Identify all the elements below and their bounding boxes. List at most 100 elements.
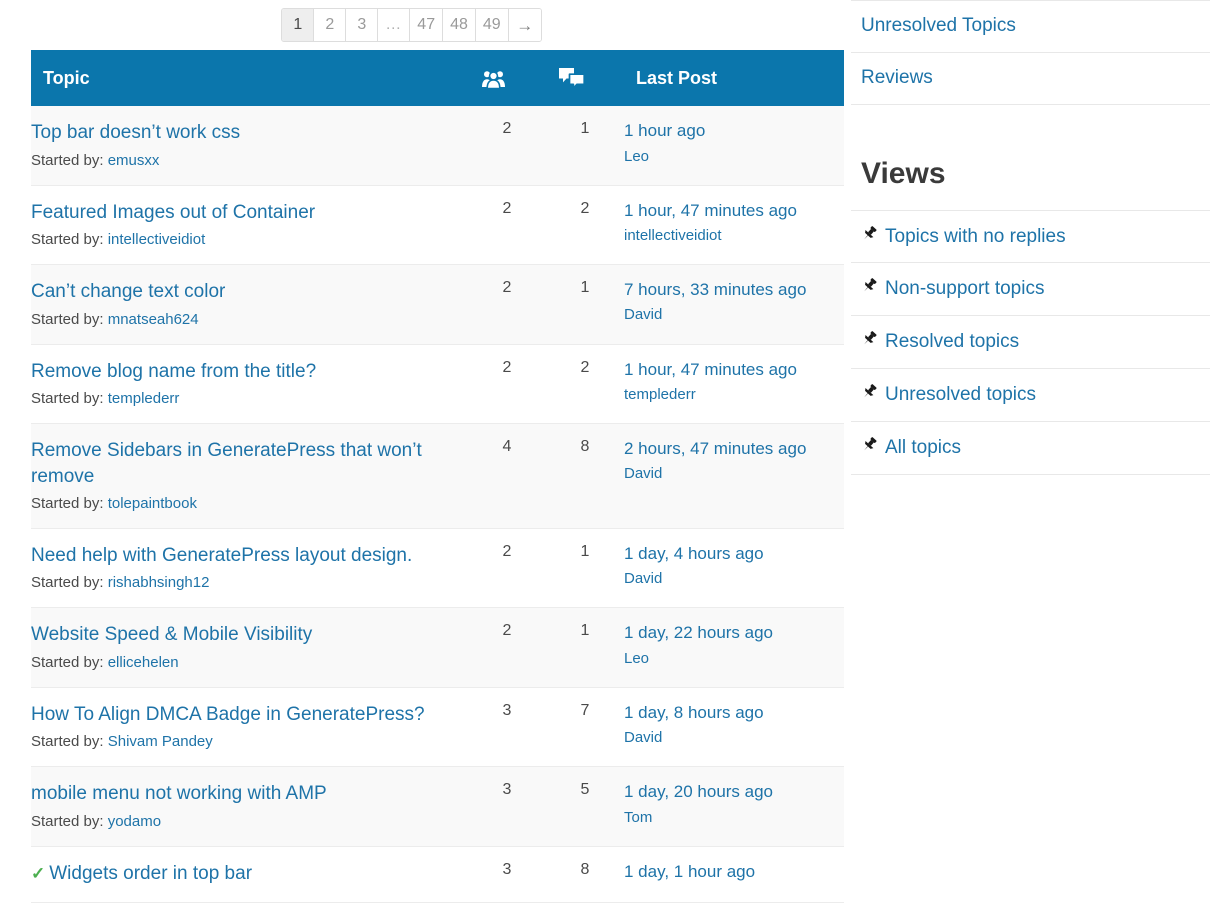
table-row: ✓ Widgets order in top bar 3 8 1 day, 1 hour… (31, 846, 844, 903)
topic-started-by: Started by: rishabhsingh12 (31, 574, 468, 591)
sidebar-view-item: All topics (851, 422, 1210, 475)
sidebar-view-link[interactable]: Unresolved topics (885, 384, 1036, 407)
pagination-next-button[interactable]: → (508, 9, 541, 41)
topics-table-body: Top bar doesn’t work css Started by: emus… (31, 106, 844, 903)
topic-title-wrap: Remove blog name from the title? (31, 359, 468, 384)
topic-author-link[interactable]: intellectiveidiot (108, 231, 206, 248)
sidebar-view-link[interactable]: All topics (885, 437, 961, 460)
topic-author-link[interactable]: Shivam Pandey (108, 733, 213, 750)
last-post-cell: 1 day, 4 hours ago David (624, 528, 844, 609)
forum-page: 1 2 3… 47 48 49 → Topic Last Post Top ba… (0, 0, 1210, 903)
pushpin-icon (861, 330, 879, 350)
sidebar-view-item: Unresolved topics (851, 369, 1210, 422)
pushpin-icon (861, 383, 879, 403)
sidebar-link[interactable]: Unresolved Topics (861, 15, 1016, 36)
replies-icon (558, 67, 586, 90)
pagination-page-1[interactable]: 1 (282, 9, 315, 41)
last-post-cell: 1 day, 8 hours ago David (624, 687, 844, 768)
last-post-time-link[interactable]: 1 day, 4 hours ago (624, 543, 844, 564)
last-post-author-link[interactable]: David (624, 729, 844, 746)
topic-author-link[interactable]: rishabhsingh12 (108, 574, 210, 591)
topic-title-link[interactable]: Remove blog name from the title? (31, 361, 316, 382)
last-post-author-link[interactable]: Tom (624, 809, 844, 826)
last-post-time-link[interactable]: 1 hour, 47 minutes ago (624, 359, 844, 380)
voices-count: 3 (468, 846, 546, 903)
topic-title-wrap: Can’t change text color (31, 279, 468, 304)
last-post-cell: 1 day, 20 hours ago Tom (624, 766, 844, 847)
started-by-label: Started by: (31, 310, 104, 328)
pagination-page-48[interactable]: 48 (443, 9, 476, 41)
last-post-author-link[interactable]: David (624, 306, 844, 323)
topic-author-link[interactable]: ellicehelen (108, 654, 179, 671)
last-post-time-link[interactable]: 1 day, 22 hours ago (624, 622, 844, 643)
topic-author-link[interactable]: emusxx (108, 152, 160, 169)
topic-title-link[interactable]: Top bar doesn’t work css (31, 122, 240, 143)
last-post-time-link[interactable]: 1 hour ago (624, 120, 844, 141)
topic-author-link[interactable]: mnatseah624 (108, 311, 199, 328)
last-post-time-link[interactable]: 1 day, 1 hour ago (624, 861, 844, 882)
pagination-bar: 1 2 3… 47 48 49 → (31, 0, 826, 50)
started-by-label: Started by: (31, 653, 104, 671)
last-post-time-link[interactable]: 1 hour, 47 minutes ago (624, 200, 844, 221)
posts-count: 1 (546, 607, 624, 688)
topics-table-header: Topic Last Post (31, 50, 844, 107)
table-row: Remove blog name from the title? Started … (31, 344, 844, 425)
pagination-page-47[interactable]: 47 (410, 9, 444, 41)
topic-title-link[interactable]: Website Speed & Mobile Visibility (31, 624, 312, 645)
column-header-topic[interactable]: Topic (31, 50, 468, 107)
topic-title-link[interactable]: Widgets order in top bar (49, 863, 252, 884)
table-row: Top bar doesn’t work css Started by: emus… (31, 106, 844, 186)
sidebar-view-link[interactable]: Non-support topics (885, 278, 1044, 301)
topic-author-link[interactable]: yodamo (108, 813, 161, 830)
last-post-time-link[interactable]: 7 hours, 33 minutes ago (624, 279, 844, 300)
topic-title-link[interactable]: Remove Sidebars in GeneratePress that wo… (31, 440, 422, 486)
pagination-page-49[interactable]: 49 (475, 9, 509, 41)
last-post-time-link[interactable]: 2 hours, 47 minutes ago (624, 438, 844, 459)
table-row: Remove Sidebars in GeneratePress that wo… (31, 423, 844, 529)
topic-title-link[interactable]: Featured Images out of Container (31, 202, 315, 223)
last-post-author-link[interactable]: Leo (624, 650, 844, 667)
topic-cell: How To Align DMCA Badge in GeneratePress… (31, 687, 468, 768)
table-row: mobile menu not working with AMP Started … (31, 766, 844, 847)
column-header-voices[interactable] (468, 50, 546, 107)
table-row: Website Speed & Mobile Visibility Started… (31, 607, 844, 688)
last-post-author-link[interactable]: intellectiveidiot (624, 227, 844, 244)
topic-cell: Website Speed & Mobile Visibility Started… (31, 607, 468, 688)
last-post-author-link[interactable]: David (624, 570, 844, 587)
sidebar-link[interactable]: Reviews (861, 67, 933, 88)
posts-count: 5 (546, 766, 624, 847)
pagination-page-2[interactable]: 2 (314, 9, 347, 41)
last-post-author-link[interactable]: David (624, 465, 844, 482)
last-post-author-link[interactable]: Leo (624, 148, 844, 165)
sidebar-views-list: Topics with no replies Non-support topics… (851, 209, 1210, 475)
topic-title-wrap: Website Speed & Mobile Visibility (31, 622, 468, 647)
sidebar-top-links: Unresolved Topics Reviews (851, 0, 1210, 105)
last-post-author-link[interactable]: templederr (624, 386, 844, 403)
topic-author-link[interactable]: tolepaintbook (108, 495, 197, 512)
topic-title-link[interactable]: mobile menu not working with AMP (31, 783, 327, 804)
sidebar: Unresolved Topics Reviews Views Topics wi… (826, 0, 1210, 475)
last-post-time-link[interactable]: 1 day, 8 hours ago (624, 702, 844, 723)
topic-started-by: Started by: yodamo (31, 813, 468, 830)
started-by-label: Started by: (31, 151, 104, 169)
pagination-page-3[interactable]: 3 (346, 9, 379, 41)
column-header-last-post[interactable]: Last Post (624, 50, 844, 107)
table-row: Need help with GeneratePress layout desi… (31, 528, 844, 609)
pagination[interactable]: 1 2 3… 47 48 49 → (281, 8, 542, 42)
posts-count: 1 (546, 106, 624, 186)
column-header-posts[interactable] (546, 50, 624, 107)
topic-started-by: Started by: templederr (31, 390, 468, 407)
last-post-time-link[interactable]: 1 day, 20 hours ago (624, 781, 844, 802)
sidebar-view-link[interactable]: Resolved topics (885, 331, 1019, 354)
topic-started-by: Started by: tolepaintbook (31, 495, 468, 512)
topic-title-link[interactable]: Need help with GeneratePress layout desi… (31, 545, 412, 566)
topic-title-wrap: ✓ Widgets order in top bar (31, 861, 468, 886)
resolved-check-icon: ✓ (31, 863, 46, 883)
topic-title-wrap: mobile menu not working with AMP (31, 781, 468, 806)
topic-title-link[interactable]: Can’t change text color (31, 281, 225, 302)
table-row: Can’t change text color Started by: mnats… (31, 264, 844, 345)
topic-author-link[interactable]: templederr (108, 390, 180, 407)
topic-title-link[interactable]: How To Align DMCA Badge in GeneratePress… (31, 704, 425, 725)
last-post-cell: 1 hour, 47 minutes ago intellectiveidiot (624, 185, 844, 266)
sidebar-view-link[interactable]: Topics with no replies (885, 226, 1066, 249)
